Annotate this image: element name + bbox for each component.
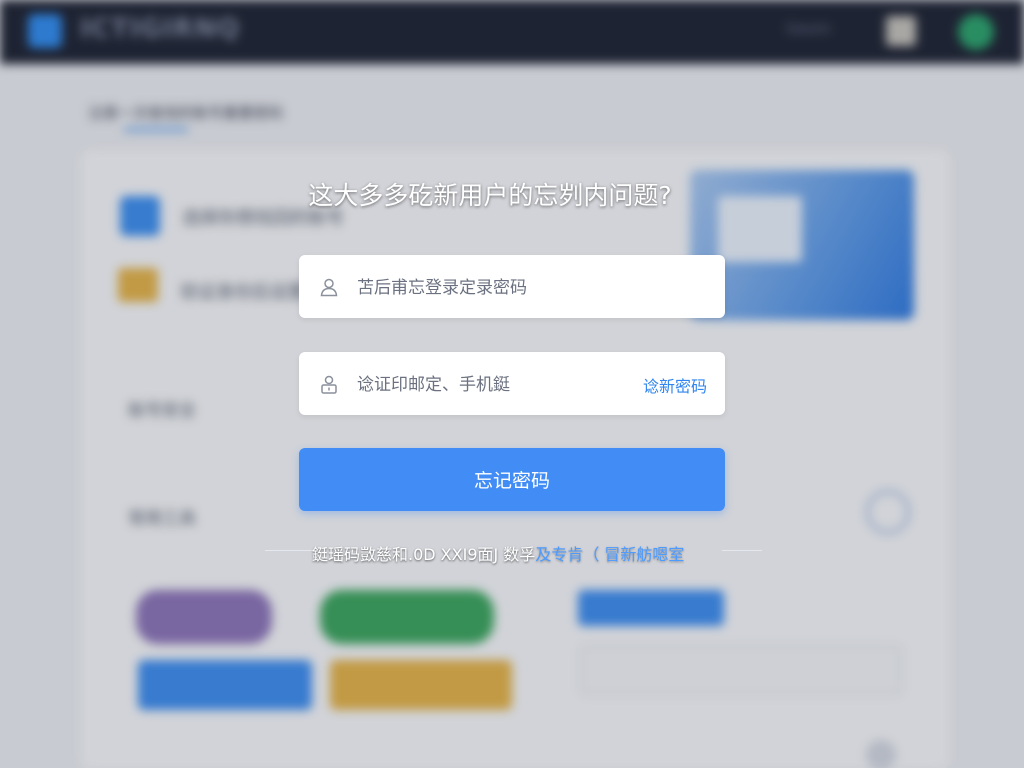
divider-line [722, 550, 762, 551]
username-input[interactable] [355, 255, 709, 320]
verification-code-input[interactable] [355, 352, 619, 417]
user-icon [320, 278, 338, 297]
lock-user-icon [321, 375, 337, 394]
forgot-password-button[interactable]: 忘记密码 [299, 448, 725, 511]
divider-line [265, 550, 317, 551]
get-code-link[interactable]: 谂新密码 [643, 373, 707, 397]
password-hint-link[interactable]: 及专肯（ 冒新舫嗯室 [535, 545, 684, 564]
password-hint-text: 鋌瑶码敳慈和.0D XXI9面J 数孚 [312, 545, 536, 564]
modal-title: 这大多多矻新用户的忘刿内问题? [308, 181, 672, 210]
username-field[interactable] [299, 255, 725, 320]
verification-code-field[interactable]: 谂新密码 [299, 352, 725, 417]
password-hint: 鋌瑶码敳慈和.0D XXI9面J 数孚及专肯（ 冒新舫嗯室 [312, 541, 684, 565]
page-root: ICTIGIRNQ Gaoxin 注意一次查找的账号重置密码 选择你想找回的账号… [0, 0, 1024, 768]
